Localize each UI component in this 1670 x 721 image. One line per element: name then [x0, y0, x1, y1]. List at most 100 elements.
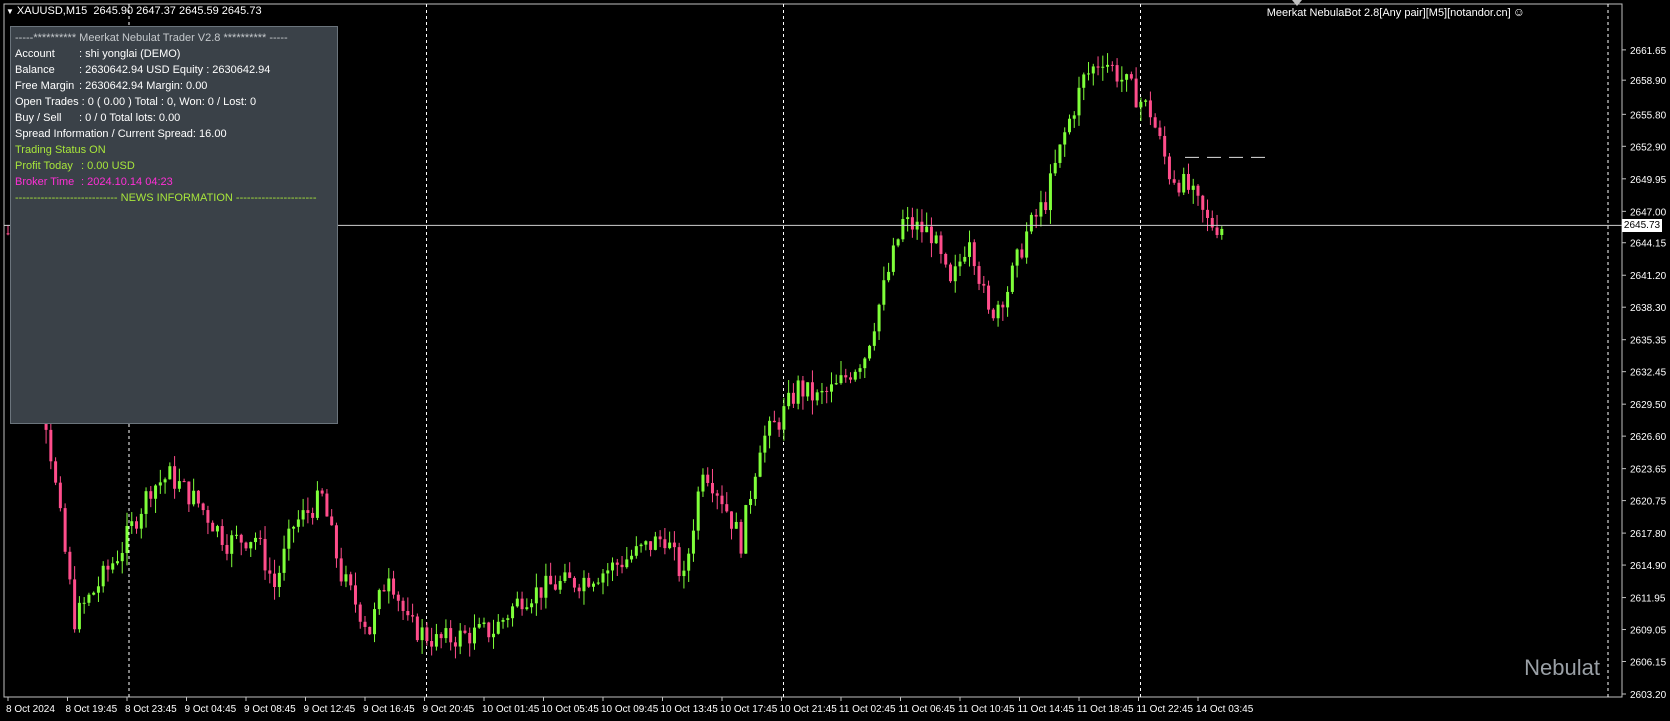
candle-body: [1067, 118, 1071, 133]
y-tick-label: 2644.15: [1630, 239, 1667, 250]
candle-body: [753, 476, 757, 499]
candle-body: [168, 466, 172, 480]
y-tick-label: 2649.95: [1630, 175, 1667, 186]
candle-body: [115, 561, 119, 564]
candle-body: [453, 642, 457, 647]
ea-name: Meerkat NebulaBot 2.8[Any pair][M5][nota…: [1266, 7, 1511, 19]
candle-body: [948, 264, 952, 282]
candle-body: [839, 375, 843, 384]
candle-body: [1148, 100, 1152, 118]
candle-body: [311, 512, 315, 518]
candle-body: [368, 626, 372, 635]
candle-body: [787, 392, 791, 407]
candle-body: [677, 547, 681, 577]
collapse-triangle-icon[interactable]: ▼: [6, 7, 14, 16]
candle-body: [101, 565, 105, 587]
candle-body: [810, 382, 814, 401]
candle-body: [511, 606, 515, 619]
candle-body: [239, 534, 243, 543]
x-tick-label: 9 Oct 16:45: [363, 704, 415, 715]
symbol-timeframe: XAUUSD,M15: [16, 5, 88, 17]
candle-body: [82, 602, 86, 604]
candle-body: [1001, 304, 1005, 308]
candle-body: [963, 256, 967, 262]
candle-body: [749, 498, 753, 506]
x-tick-label: 11 Oct 10:45: [958, 704, 1015, 715]
candle-body: [1034, 214, 1038, 217]
candle-body: [173, 466, 177, 489]
candle-body: [1210, 217, 1214, 228]
candle-body: [411, 615, 415, 617]
news-header: ---------------------------- NEWS INFORM…: [15, 192, 317, 204]
candle-body: [734, 521, 738, 529]
candle-body: [249, 542, 253, 549]
account-row: Account: shi yonglai (DEMO): [15, 48, 180, 60]
candle-body: [877, 304, 881, 332]
x-tick-label: 8 Oct 23:45: [125, 704, 177, 715]
candle-body: [1129, 74, 1133, 79]
candle-body: [54, 461, 58, 483]
candle-body: [887, 271, 891, 281]
y-tick-label: 2620.75: [1630, 497, 1667, 508]
candle-body: [1196, 185, 1200, 196]
candle-body: [244, 542, 248, 549]
y-tick-label: 2635.35: [1630, 336, 1667, 347]
x-tick-label: 9 Oct 20:45: [423, 704, 475, 715]
candle-body: [710, 482, 714, 494]
candle-body: [434, 634, 438, 647]
candle-body: [996, 304, 1000, 319]
candle-body: [682, 570, 686, 577]
candle-body: [691, 530, 695, 554]
candle-body: [1010, 265, 1014, 292]
candle-body: [929, 226, 933, 244]
candle-body: [492, 633, 496, 638]
candle-body: [925, 226, 929, 233]
candle-body: [858, 368, 862, 372]
candle-body: [201, 503, 205, 511]
candle-body: [182, 481, 186, 483]
candle-body: [829, 384, 833, 392]
candle-body: [620, 564, 624, 568]
candle-body: [358, 604, 362, 622]
candle-body: [1058, 144, 1062, 163]
chart-window[interactable]: 2661.65 2658.90 2655.80 2652.90 2649.95 2647.…: [0, 0, 1670, 721]
account-value: : shi yonglai (DEMO): [79, 48, 181, 60]
candle-body: [1215, 227, 1219, 235]
info-panel: -----********** Meerkat Nebulat Trader V…: [10, 26, 338, 424]
candle-body: [1120, 79, 1124, 82]
x-tick-label: 11 Oct 02:45: [839, 704, 896, 715]
candle-body: [872, 331, 876, 346]
candle-body: [268, 570, 272, 574]
candle-body: [292, 526, 296, 529]
candle-body: [373, 609, 377, 635]
candle-body: [301, 510, 305, 520]
candle-body: [163, 479, 167, 483]
x-tick-label: 9 Oct 04:45: [185, 704, 237, 715]
candle-body: [1087, 73, 1091, 75]
expert-advisor-label[interactable]: Meerkat NebulaBot 2.8[Any pair][M5][nota…: [1267, 5, 1525, 19]
candle-body: [1053, 162, 1057, 174]
candle-body: [525, 607, 529, 610]
candle-body: [320, 490, 324, 494]
candle-body: [254, 537, 258, 543]
y-tick-label: 2606.15: [1630, 657, 1667, 668]
candle-body: [177, 481, 181, 489]
candle-body: [1048, 173, 1052, 211]
candle-body: [553, 584, 557, 590]
candle-body: [1091, 66, 1095, 74]
candle-body: [396, 594, 400, 601]
candle-body: [763, 435, 767, 453]
x-tick-label: 9 Oct 08:45: [244, 704, 296, 715]
profit-value: : 0.00 USD: [81, 160, 135, 172]
candle-body: [111, 563, 115, 570]
candle-body: [263, 538, 267, 571]
candle-body: [1072, 115, 1076, 119]
candle-body: [154, 485, 158, 499]
candle-body: [772, 420, 776, 423]
candle-body: [401, 600, 405, 611]
candle-body: [306, 510, 310, 513]
candle-body: [825, 390, 829, 392]
x-tick-label: 11 Oct 06:45: [899, 704, 956, 715]
x-tick-label: 11 Oct 18:45: [1077, 704, 1134, 715]
candle-body: [363, 621, 367, 627]
